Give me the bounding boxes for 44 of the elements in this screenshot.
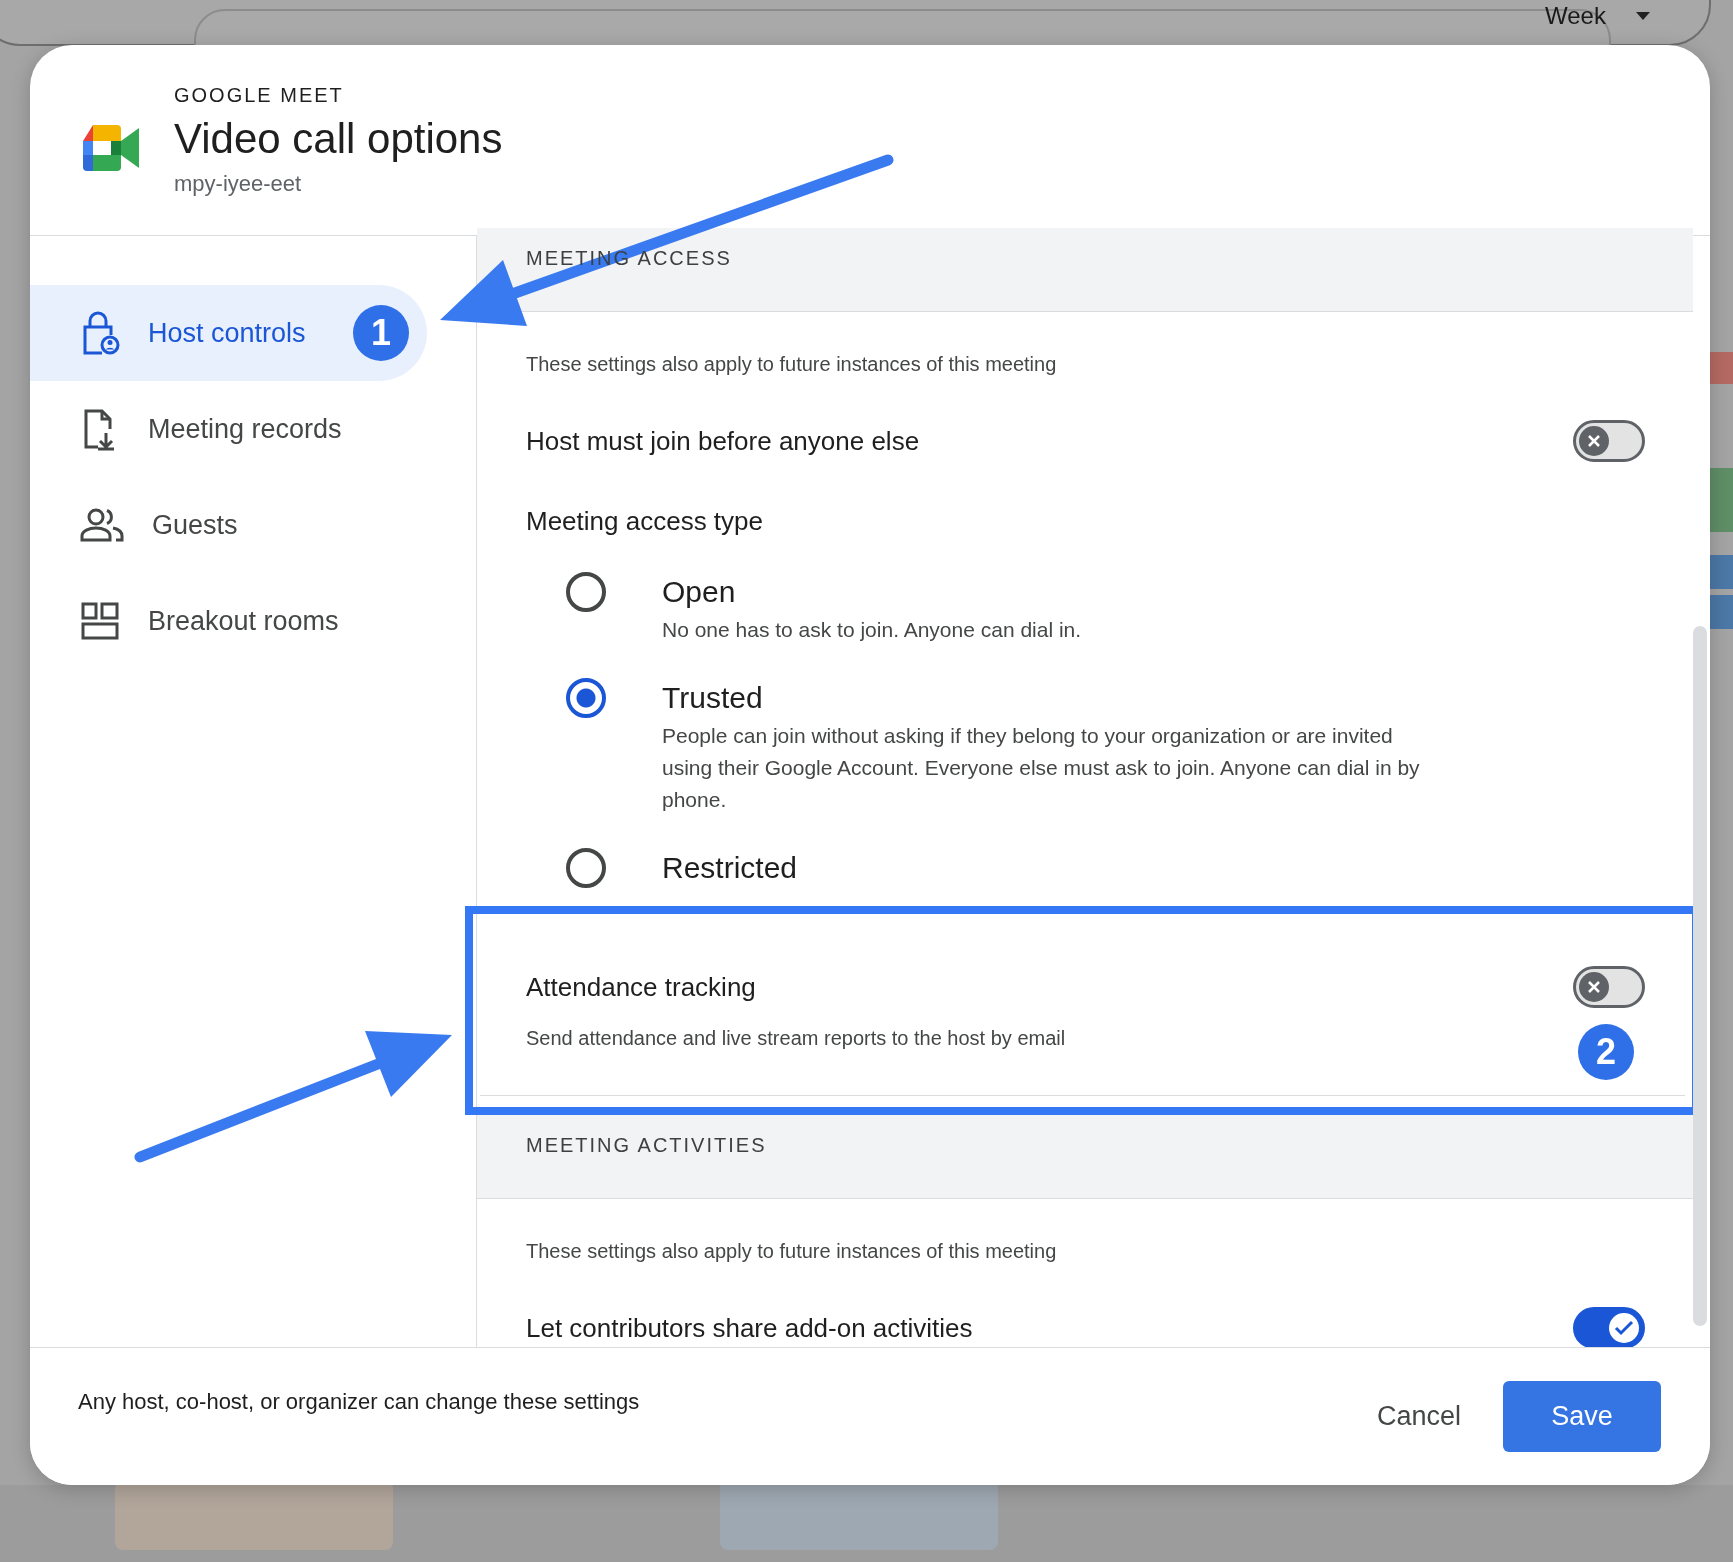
meeting-code: mpy-iyee-eet [174,170,303,197]
toggle-switch[interactable] [1573,966,1645,1008]
step-badge: 2 [1578,1024,1634,1080]
section-title: MEETING ACTIVITIES [526,1134,767,1156]
view-dropdown[interactable]: Week [1545,2,1650,30]
setting-label: Let contributors share add-on activities [526,1312,973,1344]
footer-note: Any host, co-host, or organizer can change these settings [78,1388,640,1415]
sidebar-item[interactable]: Meeting records [30,381,427,477]
sidebar-label: Guests [152,509,238,541]
option-label: Open [662,574,737,610]
sidebar-label: Meeting records [148,413,342,445]
sidebar-item[interactable]: Breakout rooms [30,573,427,669]
app-name: GOOGLE MEET [174,83,345,107]
setting-label: Host must join before anyone else [526,425,920,457]
close-icon [1586,979,1602,995]
setting-label: Meeting access type [526,505,764,538]
dialog-title: Video call options [174,114,503,163]
radio-button[interactable] [566,848,606,888]
option-description: People can join without asking if they belong to your organization or are invited using their Google Account. Everyone else must ask to join. Anyone can dial in by phone. [662,723,1421,813]
check-icon [1614,1320,1634,1336]
caret-icon [1635,12,1650,20]
step-badge: 1 [353,305,409,361]
cancel-button[interactable]: Cancel [1356,1383,1481,1450]
option-description: No one has to ask to join. Anyone can dial in. [662,617,1082,643]
sidebar-label: Host controls [148,317,306,349]
setting-description: Send attendance and live stream reports to the host by email [526,1026,1067,1050]
people-icon [80,507,124,543]
sidebar-label: Breakout rooms [148,605,339,637]
radio-button[interactable] [566,678,606,718]
setting-label: Attendance tracking [526,971,756,1003]
grid-icon [80,601,120,641]
toggle-switch[interactable] [1573,420,1645,462]
sidebar-item[interactable]: Host controls 1 [30,285,427,381]
close-icon [1586,433,1602,449]
section-note: These settings also apply to future instances of this meeting [525,352,1058,376]
toggle-switch[interactable] [1573,1307,1645,1349]
section-note: These settings also apply to future instances of this meeting [525,1239,1058,1263]
scrollbar-thumb[interactable] [1693,626,1707,1326]
video-camera-icon [83,125,139,171]
sidebar-item[interactable]: Guests [30,477,427,573]
option-label: Trusted [662,680,764,716]
option-label: Restricted [662,850,798,886]
save-button[interactable]: Save [1503,1381,1661,1452]
radio-button[interactable] [566,572,606,612]
